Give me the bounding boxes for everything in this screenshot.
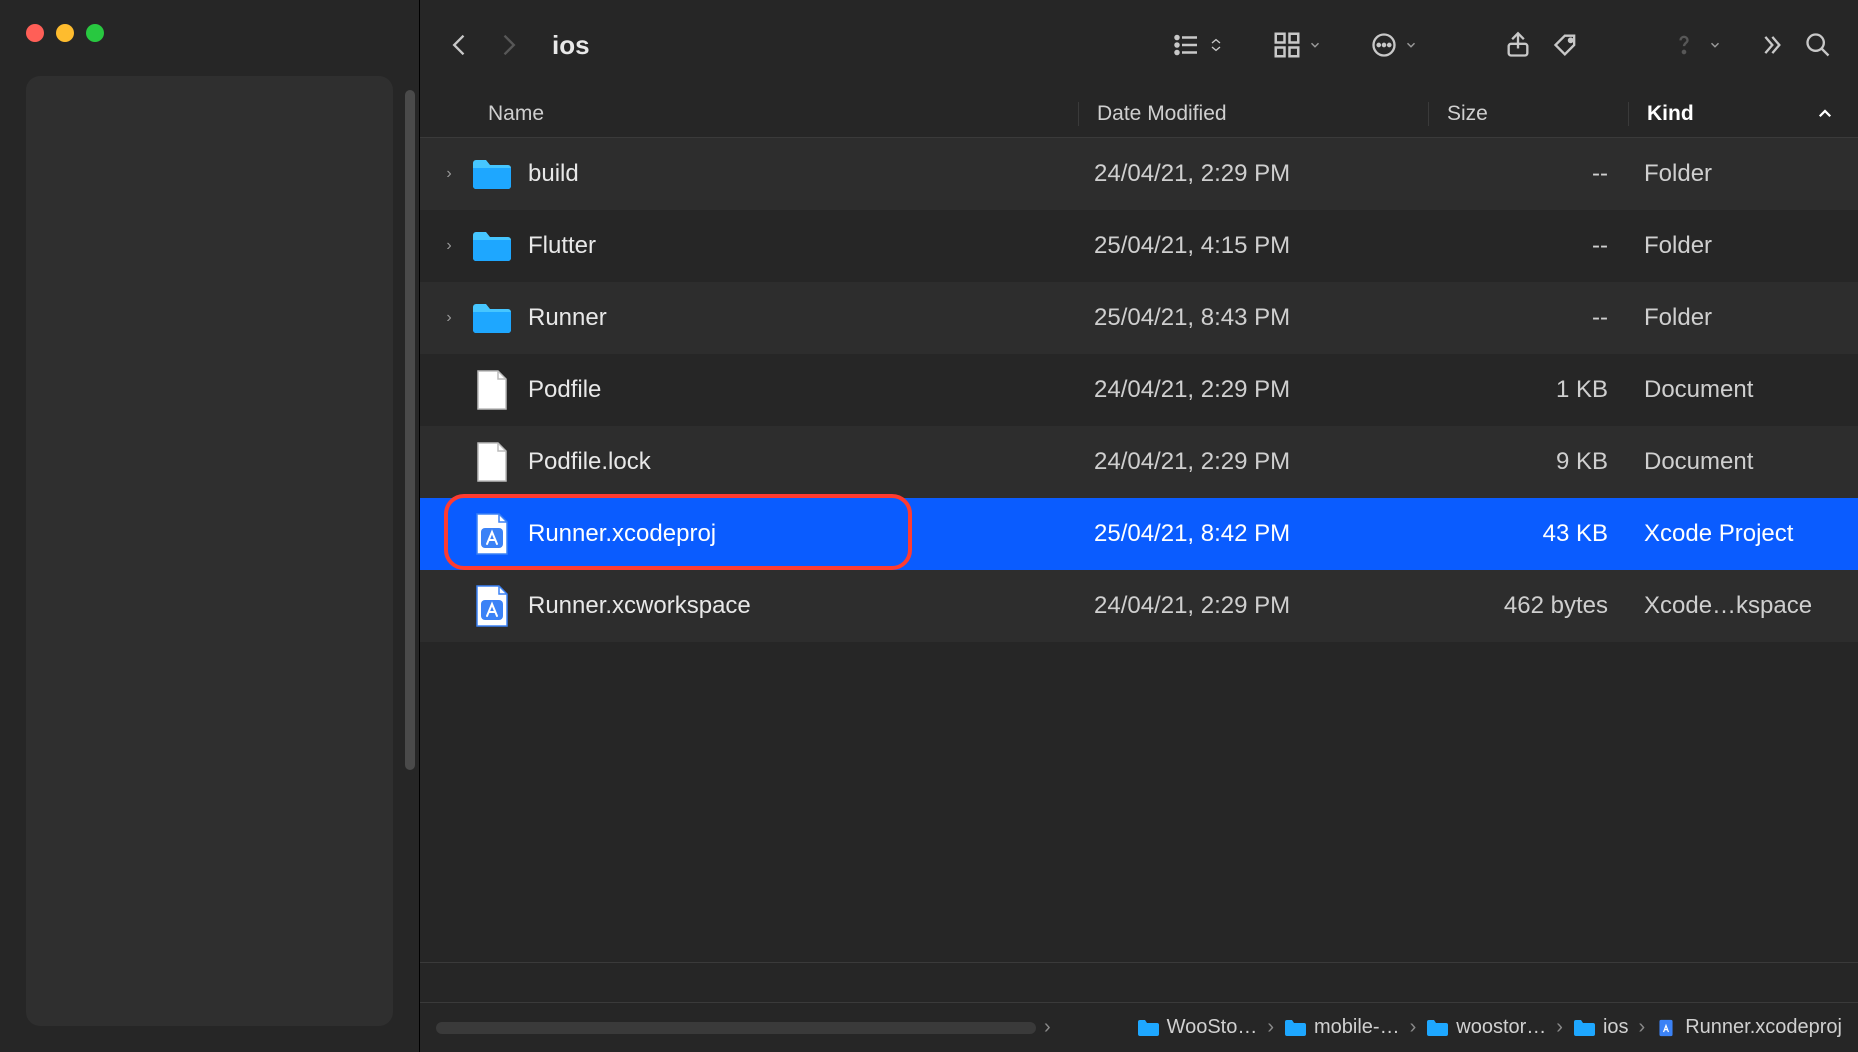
column-headers: Name Date Modified Size Kind (420, 90, 1858, 138)
file-name: build (528, 160, 1076, 188)
file-kind: Document (1626, 376, 1858, 404)
path-crumb[interactable]: WooSto… (1137, 1016, 1258, 1039)
file-kind: Folder (1626, 232, 1858, 260)
chevron-right-icon: › (1410, 1016, 1417, 1039)
back-button[interactable] (442, 27, 478, 63)
forward-button[interactable] (490, 27, 526, 63)
file-size: -- (1426, 304, 1626, 332)
file-date: 25/04/21, 8:42 PM (1076, 520, 1426, 548)
column-header-name[interactable]: Name (488, 102, 1078, 126)
file-row[interactable]: Podfile.lock24/04/21, 2:29 PM9 KBDocumen… (420, 426, 1858, 498)
file-kind: Xcode…kspace (1626, 592, 1858, 620)
dropdown-chevron-icon[interactable] (1708, 38, 1722, 52)
file-name: Runner (528, 304, 1076, 332)
file-name: Podfile.lock (528, 448, 1076, 476)
doc-icon (470, 368, 514, 412)
file-name: Runner.xcodeproj (528, 520, 1076, 548)
folder-icon (1426, 1019, 1448, 1037)
file-kind: Folder (1626, 304, 1858, 332)
chevron-right-icon: › (1044, 1016, 1051, 1039)
file-size: 9 KB (1426, 448, 1626, 476)
path-crumb-label: Runner.xcodeproj (1685, 1016, 1842, 1039)
file-row[interactable]: › Runner25/04/21, 8:43 PM--Folder (420, 282, 1858, 354)
path-crumb-label: mobile-… (1314, 1016, 1400, 1039)
chevron-right-icon: › (1639, 1016, 1646, 1039)
column-header-date[interactable]: Date Modified (1078, 102, 1428, 126)
sidebar-scrollbar[interactable] (405, 90, 415, 770)
doc-icon (470, 440, 514, 484)
folder-icon (1137, 1019, 1159, 1037)
folder-icon (470, 296, 514, 340)
search-button[interactable] (1800, 27, 1836, 63)
file-size: 462 bytes (1426, 592, 1626, 620)
fullscreen-window-button[interactable] (86, 24, 104, 42)
main-pane: ios (420, 0, 1858, 1052)
file-date: 24/04/21, 2:29 PM (1076, 376, 1426, 404)
file-date: 24/04/21, 2:29 PM (1076, 160, 1426, 188)
file-row[interactable]: › Flutter25/04/21, 4:15 PM--Folder (420, 210, 1858, 282)
file-size: 1 KB (1426, 376, 1626, 404)
sidebar-content (26, 76, 393, 1026)
window-controls (0, 0, 419, 66)
path-crumb-label: ios (1603, 1016, 1629, 1039)
folder-icon (470, 224, 514, 268)
file-name: Runner.xcworkspace (528, 592, 1076, 620)
share-button[interactable] (1500, 27, 1536, 63)
disclosure-triangle-icon[interactable]: › (438, 165, 460, 183)
folder-icon (1284, 1019, 1306, 1037)
file-size: -- (1426, 232, 1626, 260)
file-row[interactable]: Runner.xcodeproj25/04/21, 8:42 PM43 KBXc… (420, 498, 1858, 570)
view-list-button[interactable] (1172, 30, 1224, 60)
disclosure-triangle-icon[interactable]: › (438, 309, 460, 327)
file-name: Flutter (528, 232, 1076, 260)
chevron-right-icon: › (1556, 1016, 1563, 1039)
file-date: 25/04/21, 4:15 PM (1076, 232, 1426, 260)
action-menu-button[interactable] (1370, 31, 1418, 59)
path-bar: › WooSto… › mobile-… › woostor… › ios › Runner.x… (420, 1002, 1858, 1052)
finder-window: ios (0, 0, 1858, 1052)
path-crumb[interactable]: Runner.xcodeproj (1655, 1016, 1842, 1039)
xcode-icon (1655, 1019, 1677, 1037)
minimize-window-button[interactable] (56, 24, 74, 42)
file-name: Podfile (528, 376, 1076, 404)
file-kind: Folder (1626, 160, 1858, 188)
folder-icon (470, 152, 514, 196)
file-date: 24/04/21, 2:29 PM (1076, 448, 1426, 476)
file-size: -- (1426, 160, 1626, 188)
tags-button[interactable] (1548, 27, 1584, 63)
folder-icon (1573, 1019, 1595, 1037)
column-header-kind-label: Kind (1647, 102, 1694, 126)
column-header-size[interactable]: Size (1428, 102, 1628, 126)
file-list: ›build24/04/21, 2:29 PM--Folder›Flutter2… (420, 138, 1858, 962)
file-date: 24/04/21, 2:29 PM (1076, 592, 1426, 620)
file-row[interactable]: Runner.xcworkspace24/04/21, 2:29 PM462 b… (420, 570, 1858, 642)
sort-ascending-icon (1816, 105, 1834, 123)
xcode-icon (470, 584, 514, 628)
file-kind: Document (1626, 448, 1858, 476)
path-bar-scrub[interactable] (436, 1022, 1036, 1034)
file-row[interactable]: Podfile24/04/21, 2:29 PM1 KBDocument (420, 354, 1858, 426)
toolbar: ios (420, 0, 1858, 90)
xcode-icon (470, 512, 514, 556)
group-by-button[interactable] (1272, 30, 1322, 60)
sidebar (0, 0, 420, 1052)
overflow-button[interactable] (1752, 27, 1788, 63)
help-icon (1666, 27, 1702, 63)
chevron-right-icon: › (1267, 1016, 1274, 1039)
path-crumb[interactable]: ios (1573, 1016, 1629, 1039)
status-bar (420, 962, 1858, 1002)
file-row[interactable]: › build24/04/21, 2:29 PM--Folder (420, 138, 1858, 210)
path-crumb-label: WooSto… (1167, 1016, 1258, 1039)
path-crumb[interactable]: mobile-… (1284, 1016, 1400, 1039)
file-size: 43 KB (1426, 520, 1626, 548)
path-crumb[interactable]: woostor… (1426, 1016, 1546, 1039)
path-crumb-label: woostor… (1456, 1016, 1546, 1039)
close-window-button[interactable] (26, 24, 44, 42)
file-date: 25/04/21, 8:43 PM (1076, 304, 1426, 332)
column-header-kind[interactable]: Kind (1628, 102, 1858, 126)
disclosure-triangle-icon[interactable]: › (438, 237, 460, 255)
file-kind: Xcode Project (1626, 520, 1858, 548)
folder-title: ios (552, 30, 590, 61)
